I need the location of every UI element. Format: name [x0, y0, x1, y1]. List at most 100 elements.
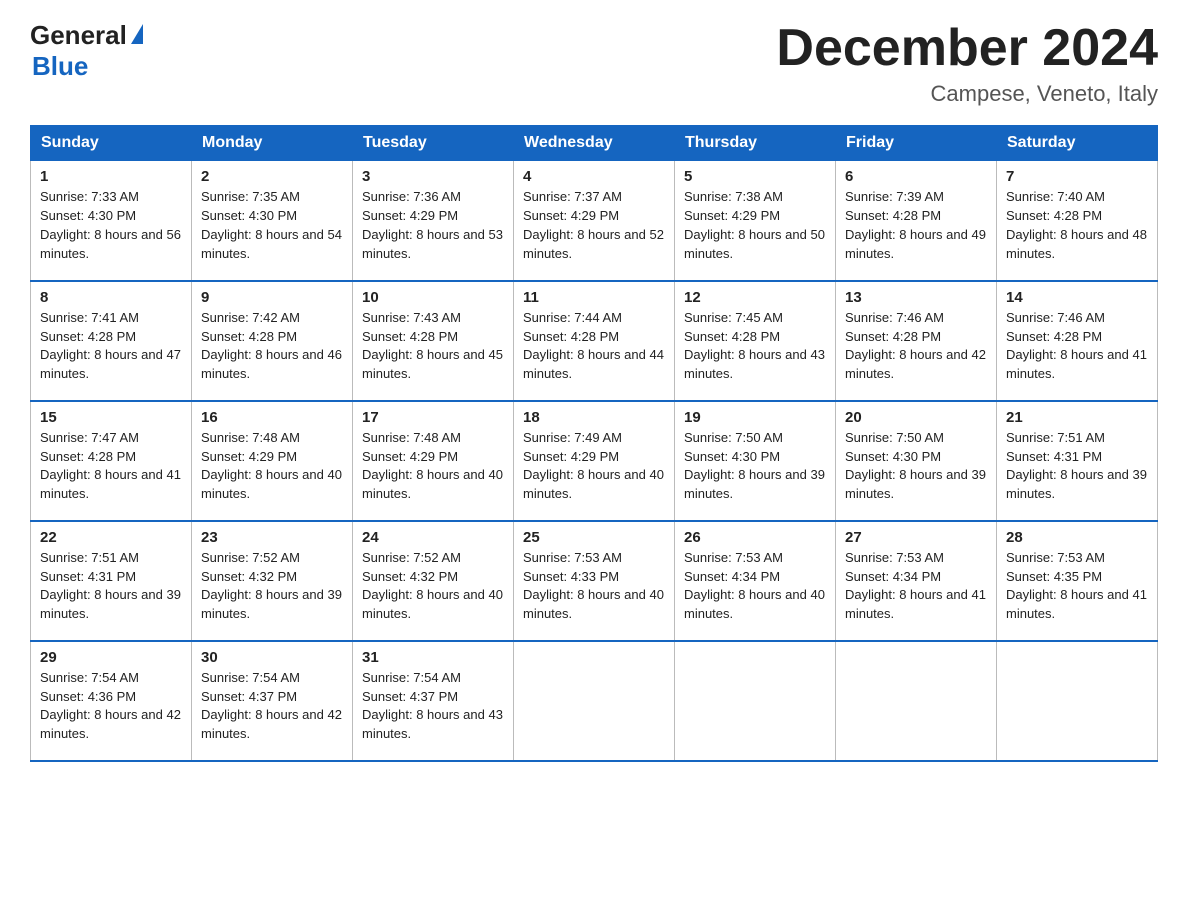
day-detail: Sunrise: 7:36 AMSunset: 4:29 PMDaylight:… — [362, 188, 504, 263]
day-number: 12 — [684, 289, 826, 306]
day-detail: Sunrise: 7:49 AMSunset: 4:29 PMDaylight:… — [523, 429, 665, 504]
day-number: 19 — [684, 409, 826, 426]
table-row: 30 Sunrise: 7:54 AMSunset: 4:37 PMDaylig… — [192, 641, 353, 761]
table-row: 6 Sunrise: 7:39 AMSunset: 4:28 PMDayligh… — [836, 161, 997, 281]
day-detail: Sunrise: 7:54 AMSunset: 4:37 PMDaylight:… — [362, 669, 504, 744]
table-row: 24 Sunrise: 7:52 AMSunset: 4:32 PMDaylig… — [353, 521, 514, 641]
table-row: 23 Sunrise: 7:52 AMSunset: 4:32 PMDaylig… — [192, 521, 353, 641]
day-detail: Sunrise: 7:51 AMSunset: 4:31 PMDaylight:… — [1006, 429, 1148, 504]
day-detail: Sunrise: 7:39 AMSunset: 4:28 PMDaylight:… — [845, 188, 987, 263]
day-number: 5 — [684, 168, 826, 185]
day-number: 11 — [523, 289, 665, 306]
table-row — [514, 641, 675, 761]
col-sunday: Sunday — [31, 126, 192, 161]
day-detail: Sunrise: 7:45 AMSunset: 4:28 PMDaylight:… — [684, 309, 826, 384]
day-number: 1 — [40, 168, 182, 185]
day-number: 29 — [40, 649, 182, 666]
day-detail: Sunrise: 7:33 AMSunset: 4:30 PMDaylight:… — [40, 188, 182, 263]
day-detail: Sunrise: 7:51 AMSunset: 4:31 PMDaylight:… — [40, 549, 182, 624]
day-number: 30 — [201, 649, 343, 666]
day-number: 18 — [523, 409, 665, 426]
day-number: 16 — [201, 409, 343, 426]
day-number: 7 — [1006, 168, 1148, 185]
table-row: 28 Sunrise: 7:53 AMSunset: 4:35 PMDaylig… — [997, 521, 1158, 641]
day-number: 26 — [684, 529, 826, 546]
day-detail: Sunrise: 7:48 AMSunset: 4:29 PMDaylight:… — [362, 429, 504, 504]
table-row: 19 Sunrise: 7:50 AMSunset: 4:30 PMDaylig… — [675, 401, 836, 521]
day-number: 28 — [1006, 529, 1148, 546]
day-detail: Sunrise: 7:47 AMSunset: 4:28 PMDaylight:… — [40, 429, 182, 504]
day-detail: Sunrise: 7:53 AMSunset: 4:35 PMDaylight:… — [1006, 549, 1148, 624]
day-detail: Sunrise: 7:38 AMSunset: 4:29 PMDaylight:… — [684, 188, 826, 263]
day-detail: Sunrise: 7:48 AMSunset: 4:29 PMDaylight:… — [201, 429, 343, 504]
calendar-table: Sunday Monday Tuesday Wednesday Thursday… — [30, 125, 1158, 762]
day-number: 25 — [523, 529, 665, 546]
day-detail: Sunrise: 7:54 AMSunset: 4:37 PMDaylight:… — [201, 669, 343, 744]
calendar-week-row: 8 Sunrise: 7:41 AMSunset: 4:28 PMDayligh… — [31, 281, 1158, 401]
table-row: 15 Sunrise: 7:47 AMSunset: 4:28 PMDaylig… — [31, 401, 192, 521]
table-row: 12 Sunrise: 7:45 AMSunset: 4:28 PMDaylig… — [675, 281, 836, 401]
table-row: 22 Sunrise: 7:51 AMSunset: 4:31 PMDaylig… — [31, 521, 192, 641]
logo-general: General — [30, 20, 127, 51]
table-row: 11 Sunrise: 7:44 AMSunset: 4:28 PMDaylig… — [514, 281, 675, 401]
day-number: 14 — [1006, 289, 1148, 306]
table-row: 21 Sunrise: 7:51 AMSunset: 4:31 PMDaylig… — [997, 401, 1158, 521]
table-row: 20 Sunrise: 7:50 AMSunset: 4:30 PMDaylig… — [836, 401, 997, 521]
col-wednesday: Wednesday — [514, 126, 675, 161]
day-number: 6 — [845, 168, 987, 185]
table-row: 16 Sunrise: 7:48 AMSunset: 4:29 PMDaylig… — [192, 401, 353, 521]
table-row: 4 Sunrise: 7:37 AMSunset: 4:29 PMDayligh… — [514, 161, 675, 281]
col-tuesday: Tuesday — [353, 126, 514, 161]
day-detail: Sunrise: 7:42 AMSunset: 4:28 PMDaylight:… — [201, 309, 343, 384]
day-detail: Sunrise: 7:54 AMSunset: 4:36 PMDaylight:… — [40, 669, 182, 744]
day-number: 24 — [362, 529, 504, 546]
month-title: December 2024 — [776, 20, 1158, 77]
table-row: 31 Sunrise: 7:54 AMSunset: 4:37 PMDaylig… — [353, 641, 514, 761]
day-number: 9 — [201, 289, 343, 306]
day-detail: Sunrise: 7:46 AMSunset: 4:28 PMDaylight:… — [845, 309, 987, 384]
table-row: 1 Sunrise: 7:33 AMSunset: 4:30 PMDayligh… — [31, 161, 192, 281]
col-monday: Monday — [192, 126, 353, 161]
day-number: 20 — [845, 409, 987, 426]
day-detail: Sunrise: 7:50 AMSunset: 4:30 PMDaylight:… — [845, 429, 987, 504]
day-number: 15 — [40, 409, 182, 426]
table-row: 2 Sunrise: 7:35 AMSunset: 4:30 PMDayligh… — [192, 161, 353, 281]
day-number: 2 — [201, 168, 343, 185]
calendar-week-row: 29 Sunrise: 7:54 AMSunset: 4:36 PMDaylig… — [31, 641, 1158, 761]
day-detail: Sunrise: 7:52 AMSunset: 4:32 PMDaylight:… — [362, 549, 504, 624]
table-row: 9 Sunrise: 7:42 AMSunset: 4:28 PMDayligh… — [192, 281, 353, 401]
calendar-header-row: Sunday Monday Tuesday Wednesday Thursday… — [31, 126, 1158, 161]
logo-blue: Blue — [32, 51, 88, 82]
day-detail: Sunrise: 7:52 AMSunset: 4:32 PMDaylight:… — [201, 549, 343, 624]
day-number: 21 — [1006, 409, 1148, 426]
table-row: 26 Sunrise: 7:53 AMSunset: 4:34 PMDaylig… — [675, 521, 836, 641]
day-number: 17 — [362, 409, 504, 426]
calendar-week-row: 1 Sunrise: 7:33 AMSunset: 4:30 PMDayligh… — [31, 161, 1158, 281]
day-number: 3 — [362, 168, 504, 185]
day-detail: Sunrise: 7:40 AMSunset: 4:28 PMDaylight:… — [1006, 188, 1148, 263]
table-row: 27 Sunrise: 7:53 AMSunset: 4:34 PMDaylig… — [836, 521, 997, 641]
table-row: 25 Sunrise: 7:53 AMSunset: 4:33 PMDaylig… — [514, 521, 675, 641]
day-detail: Sunrise: 7:43 AMSunset: 4:28 PMDaylight:… — [362, 309, 504, 384]
table-row: 13 Sunrise: 7:46 AMSunset: 4:28 PMDaylig… — [836, 281, 997, 401]
day-detail: Sunrise: 7:41 AMSunset: 4:28 PMDaylight:… — [40, 309, 182, 384]
table-row: 17 Sunrise: 7:48 AMSunset: 4:29 PMDaylig… — [353, 401, 514, 521]
day-detail: Sunrise: 7:53 AMSunset: 4:33 PMDaylight:… — [523, 549, 665, 624]
day-detail: Sunrise: 7:37 AMSunset: 4:29 PMDaylight:… — [523, 188, 665, 263]
day-number: 31 — [362, 649, 504, 666]
table-row — [836, 641, 997, 761]
table-row: 10 Sunrise: 7:43 AMSunset: 4:28 PMDaylig… — [353, 281, 514, 401]
location-subtitle: Campese, Veneto, Italy — [776, 81, 1158, 107]
day-number: 27 — [845, 529, 987, 546]
table-row: 7 Sunrise: 7:40 AMSunset: 4:28 PMDayligh… — [997, 161, 1158, 281]
day-detail: Sunrise: 7:50 AMSunset: 4:30 PMDaylight:… — [684, 429, 826, 504]
day-detail: Sunrise: 7:53 AMSunset: 4:34 PMDaylight:… — [845, 549, 987, 624]
table-row: 18 Sunrise: 7:49 AMSunset: 4:29 PMDaylig… — [514, 401, 675, 521]
day-detail: Sunrise: 7:35 AMSunset: 4:30 PMDaylight:… — [201, 188, 343, 263]
day-detail: Sunrise: 7:53 AMSunset: 4:34 PMDaylight:… — [684, 549, 826, 624]
logo: General Blue — [30, 20, 143, 82]
day-number: 10 — [362, 289, 504, 306]
logo-triangle-icon — [131, 24, 143, 44]
title-block: December 2024 Campese, Veneto, Italy — [776, 20, 1158, 107]
day-number: 23 — [201, 529, 343, 546]
